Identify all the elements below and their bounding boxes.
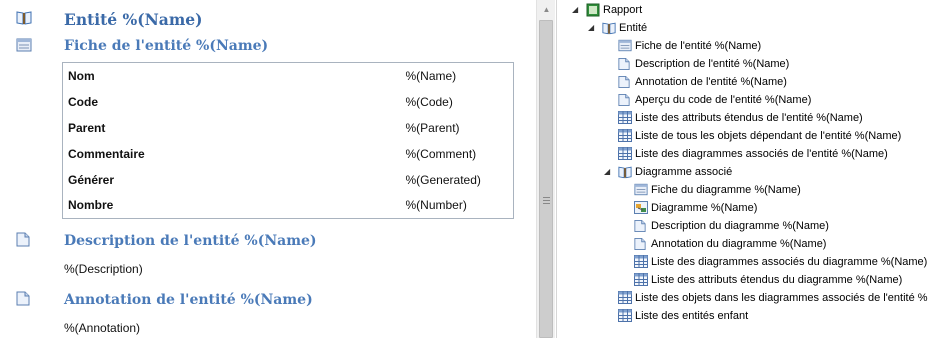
fiche-heading[interactable]: Fiche de l'entité %(Name)	[64, 38, 268, 54]
document-icon[interactable]	[16, 232, 32, 247]
book-icon[interactable]	[16, 10, 32, 25]
tree-item-label: Description du diagramme %(Name)	[651, 220, 829, 232]
table-row: Parent %(Parent)	[63, 115, 514, 141]
tree-item-label: Description de l'entité %(Name)	[635, 58, 790, 70]
document-icon[interactable]	[16, 291, 32, 306]
property-value[interactable]: %(Parent)	[401, 115, 514, 141]
property-label[interactable]: Nom	[63, 63, 401, 89]
document-icon	[618, 93, 632, 107]
property-value[interactable]: %(Generated)	[401, 167, 514, 193]
pane-splitter[interactable]	[556, 0, 564, 338]
tree-item-label: Liste des diagrammes associés du diagram…	[651, 256, 928, 268]
tree-item-label: Aperçu du code de l'entité %(Name)	[635, 94, 812, 106]
document-icon	[618, 75, 632, 89]
property-label[interactable]: Parent	[63, 115, 401, 141]
document-icon	[618, 57, 632, 71]
list-grid-icon	[634, 255, 648, 269]
expand-arrow-icon[interactable]: ◢	[588, 20, 598, 36]
expand-arrow-icon[interactable]: ◢	[604, 164, 614, 180]
card-icon	[634, 183, 648, 197]
tree-item-label: Annotation du diagramme %(Name)	[651, 238, 827, 250]
tree-item-label: Diagramme associé	[635, 166, 733, 178]
grip-icon	[543, 197, 550, 204]
property-label[interactable]: Code	[63, 89, 401, 115]
table-row: Commentaire %(Comment)	[63, 141, 514, 167]
scroll-up-arrow-icon[interactable]: ▲	[537, 0, 556, 17]
tree-item-label: Fiche de l'entité %(Name)	[635, 40, 762, 52]
tree-item-label: Rapport	[603, 4, 643, 16]
property-value[interactable]: %(Code)	[401, 89, 514, 115]
tree-item-label: Liste des attributs étendus de l'entité …	[635, 112, 863, 124]
tree-item-label: Liste des attributs étendus du diagramme…	[651, 274, 903, 286]
property-label[interactable]: Commentaire	[63, 141, 401, 167]
card-icon[interactable]	[16, 38, 32, 53]
table-row: Code %(Code)	[63, 89, 514, 115]
list-grid-icon	[618, 147, 632, 161]
properties-table: Nom %(Name) Code %(Code) Parent %(Parent) Comm…	[62, 62, 514, 219]
list-grid-icon	[618, 291, 632, 305]
table-row: Nom %(Name)	[63, 63, 514, 89]
card-icon	[618, 39, 632, 53]
property-value[interactable]: %(Name)	[401, 63, 514, 89]
tree-item-label: Fiche du diagramme %(Name)	[651, 184, 801, 196]
property-value[interactable]: %(Number)	[401, 193, 514, 219]
diagram-icon	[634, 201, 648, 215]
tree-item-label: Liste des diagrammes associés de l'entit…	[635, 148, 888, 160]
report-tree: ◢ Rapport ◢ Entité Fiche de l'entité %(Name)…	[564, 0, 952, 338]
annotation-text[interactable]: %(Annotation)	[64, 321, 140, 335]
scrollbar-thumb[interactable]	[539, 20, 553, 338]
table-row: Nombre %(Number)	[63, 193, 514, 219]
report-editor-pane: Entité %(Name) Fiche de l'entité %(Name)…	[0, 0, 556, 338]
tree-item-label: Diagramme %(Name)	[651, 202, 758, 214]
book-icon	[602, 21, 616, 35]
tree-item-label: Liste des objets dans les diagrammes ass…	[635, 292, 928, 304]
tree-item-label: Liste des entités enfant	[635, 310, 749, 322]
property-label[interactable]: Nombre	[63, 193, 401, 219]
document-icon	[634, 237, 648, 251]
property-label[interactable]: Générer	[63, 167, 401, 193]
book-icon	[618, 165, 632, 179]
description-text[interactable]: %(Description)	[64, 262, 143, 276]
description-heading[interactable]: Description de l'entité %(Name)	[64, 233, 317, 249]
report-icon	[586, 3, 600, 17]
tree-item-label: Annotation de l'entité %(Name)	[635, 76, 787, 88]
tree-item-label: Entité	[619, 22, 648, 34]
annotation-heading[interactable]: Annotation de l'entité %(Name)	[64, 292, 313, 308]
list-grid-icon	[618, 129, 632, 143]
vertical-scrollbar[interactable]: ▲	[536, 0, 555, 338]
tree-item-label: Liste de tous les objets dépendant de l'…	[635, 130, 902, 142]
entity-title[interactable]: Entité %(Name)	[64, 10, 202, 29]
list-grid-icon	[618, 111, 632, 125]
document-icon	[634, 219, 648, 233]
table-row: Générer %(Generated)	[63, 167, 514, 193]
property-value[interactable]: %(Comment)	[401, 141, 514, 167]
list-grid-icon	[634, 273, 648, 287]
expand-arrow-icon[interactable]: ◢	[572, 2, 582, 18]
list-grid-icon	[618, 309, 632, 323]
